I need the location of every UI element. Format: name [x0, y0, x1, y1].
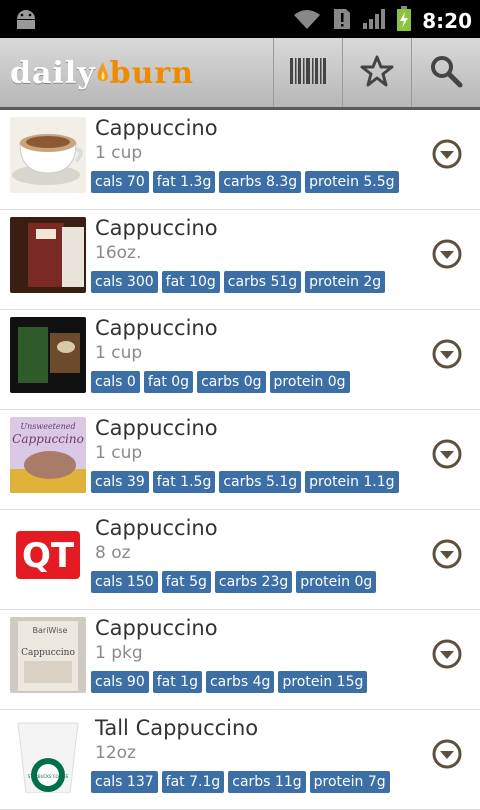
status-bar: 8:20 — [0, 0, 480, 38]
search-button[interactable] — [411, 38, 480, 107]
food-amount: 16oz. — [95, 243, 142, 263]
android-debug-icon — [14, 8, 38, 34]
fat-tag: fat 10g — [161, 271, 220, 293]
chevron-down-icon — [432, 639, 462, 669]
fat-tag: fat 5g — [161, 571, 211, 593]
clock: 8:20 — [422, 9, 472, 33]
signal-icon — [362, 8, 386, 34]
protein-tag: protein 2g — [305, 271, 386, 293]
calories-tag: cals 150 — [91, 571, 158, 593]
food-amount: 1 pkg — [95, 643, 143, 663]
food-thumbnail: QT — [10, 517, 86, 593]
fat-tag: fat 0g — [143, 371, 194, 393]
chevron-down-icon — [432, 139, 462, 169]
barcode-scan-button[interactable] — [273, 38, 342, 107]
food-thumbnail: BariWise Cappuccino — [10, 617, 86, 693]
search-icon — [429, 54, 463, 92]
food-name: Tall Cappuccino — [95, 716, 259, 740]
protein-tag: protein 0g — [296, 571, 377, 593]
carbs-tag: carbs 23g — [214, 571, 293, 593]
protein-tag: protein 7g — [309, 771, 390, 793]
fat-tag: fat 1.3g — [152, 171, 216, 193]
fat-tag: fat 1g — [152, 671, 202, 693]
calories-tag: cals 90 — [91, 671, 149, 693]
food-row[interactable]: QT Cappuccino 8 oz cals 150 fat 5g carbs… — [0, 510, 480, 610]
expand-button[interactable] — [432, 239, 462, 269]
expand-button[interactable] — [432, 739, 462, 769]
protein-tag: protein 15g — [278, 671, 368, 693]
food-amount: 1 cup — [95, 443, 143, 463]
food-thumbnail — [10, 217, 86, 293]
calories-tag: cals 137 — [91, 771, 158, 793]
protein-tag: protein 0g — [269, 371, 350, 393]
protein-tag: protein 5.5g — [305, 171, 399, 193]
chevron-down-icon — [432, 239, 462, 269]
food-row[interactable]: Unsweetened Cappuccino Cappuccino 1 cup … — [0, 410, 480, 510]
app-logo: daily burn — [10, 56, 195, 91]
calories-tag: cals 39 — [91, 471, 149, 493]
food-amount: 1 cup — [95, 343, 143, 363]
expand-button[interactable] — [432, 339, 462, 369]
carbs-tag: carbs 5.1g — [219, 471, 302, 493]
food-row[interactable]: Cappuccino 16oz. cals 300 fat 10g carbs … — [0, 210, 480, 310]
food-amount: 12oz — [95, 743, 136, 763]
food-amount: 8 oz — [95, 543, 131, 563]
carbs-tag: carbs 11g — [228, 771, 306, 793]
alert-icon — [332, 7, 352, 35]
favorites-button[interactable] — [342, 38, 411, 107]
chevron-down-icon — [432, 339, 462, 369]
star-icon — [360, 54, 394, 92]
food-list: Cappuccino 1 cup cals 70 fat 1.3g carbs … — [0, 110, 480, 810]
food-name: Cappuccino — [95, 216, 218, 240]
app-bar: daily burn — [0, 38, 480, 110]
chevron-down-icon — [432, 439, 462, 469]
fat-tag: fat 7.1g — [161, 771, 225, 793]
battery-charging-icon — [396, 6, 412, 36]
food-thumbnail — [10, 117, 86, 193]
calories-tag: cals 0 — [91, 371, 140, 393]
carbs-tag: carbs 51g — [223, 271, 302, 293]
svg-text:Unsweetened: Unsweetened — [20, 422, 75, 431]
carbs-tag: carbs 4g — [205, 671, 275, 693]
calories-tag: cals 70 — [91, 171, 149, 193]
expand-button[interactable] — [432, 139, 462, 169]
wifi-icon — [292, 8, 322, 34]
food-thumbnail — [10, 317, 86, 393]
fat-tag: fat 1.5g — [152, 471, 216, 493]
carbs-tag: carbs 8.3g — [219, 171, 302, 193]
food-thumbnail: Unsweetened Cappuccino — [10, 417, 86, 493]
svg-text:QT: QT — [22, 536, 75, 576]
food-name: Cappuccino — [95, 316, 218, 340]
expand-button[interactable] — [432, 439, 462, 469]
food-amount: 1 cup — [95, 143, 143, 163]
carbs-tag: carbs 0g — [197, 371, 266, 393]
food-name: Cappuccino — [95, 516, 218, 540]
expand-button[interactable] — [432, 539, 462, 569]
svg-text:BariWise: BariWise — [33, 626, 68, 635]
food-thumbnail: STARBUCKS COFFEE — [10, 717, 86, 793]
protein-tag: protein 1.1g — [305, 471, 399, 493]
food-row[interactable]: Cappuccino 1 cup cals 0 fat 0g carbs 0g … — [0, 310, 480, 410]
food-row[interactable]: Cappuccino 1 cup cals 70 fat 1.3g carbs … — [0, 110, 480, 210]
flame-icon — [96, 58, 110, 82]
food-row[interactable]: STARBUCKS COFFEE Tall Cappuccino 12oz ca… — [0, 710, 480, 810]
svg-text:Cappuccino: Cappuccino — [12, 432, 84, 446]
svg-text:STARBUCKS COFFEE: STARBUCKS COFFEE — [28, 774, 69, 779]
svg-text:Cappuccino: Cappuccino — [21, 648, 75, 658]
food-name: Cappuccino — [95, 116, 218, 140]
barcode-icon — [290, 57, 326, 88]
food-row[interactable]: BariWise Cappuccino Cappuccino 1 pkg cal… — [0, 610, 480, 710]
food-name: Cappuccino — [95, 416, 218, 440]
calories-tag: cals 300 — [91, 271, 158, 293]
expand-button[interactable] — [432, 639, 462, 669]
chevron-down-icon — [432, 539, 462, 569]
food-name: Cappuccino — [95, 616, 218, 640]
chevron-down-icon — [432, 739, 462, 769]
